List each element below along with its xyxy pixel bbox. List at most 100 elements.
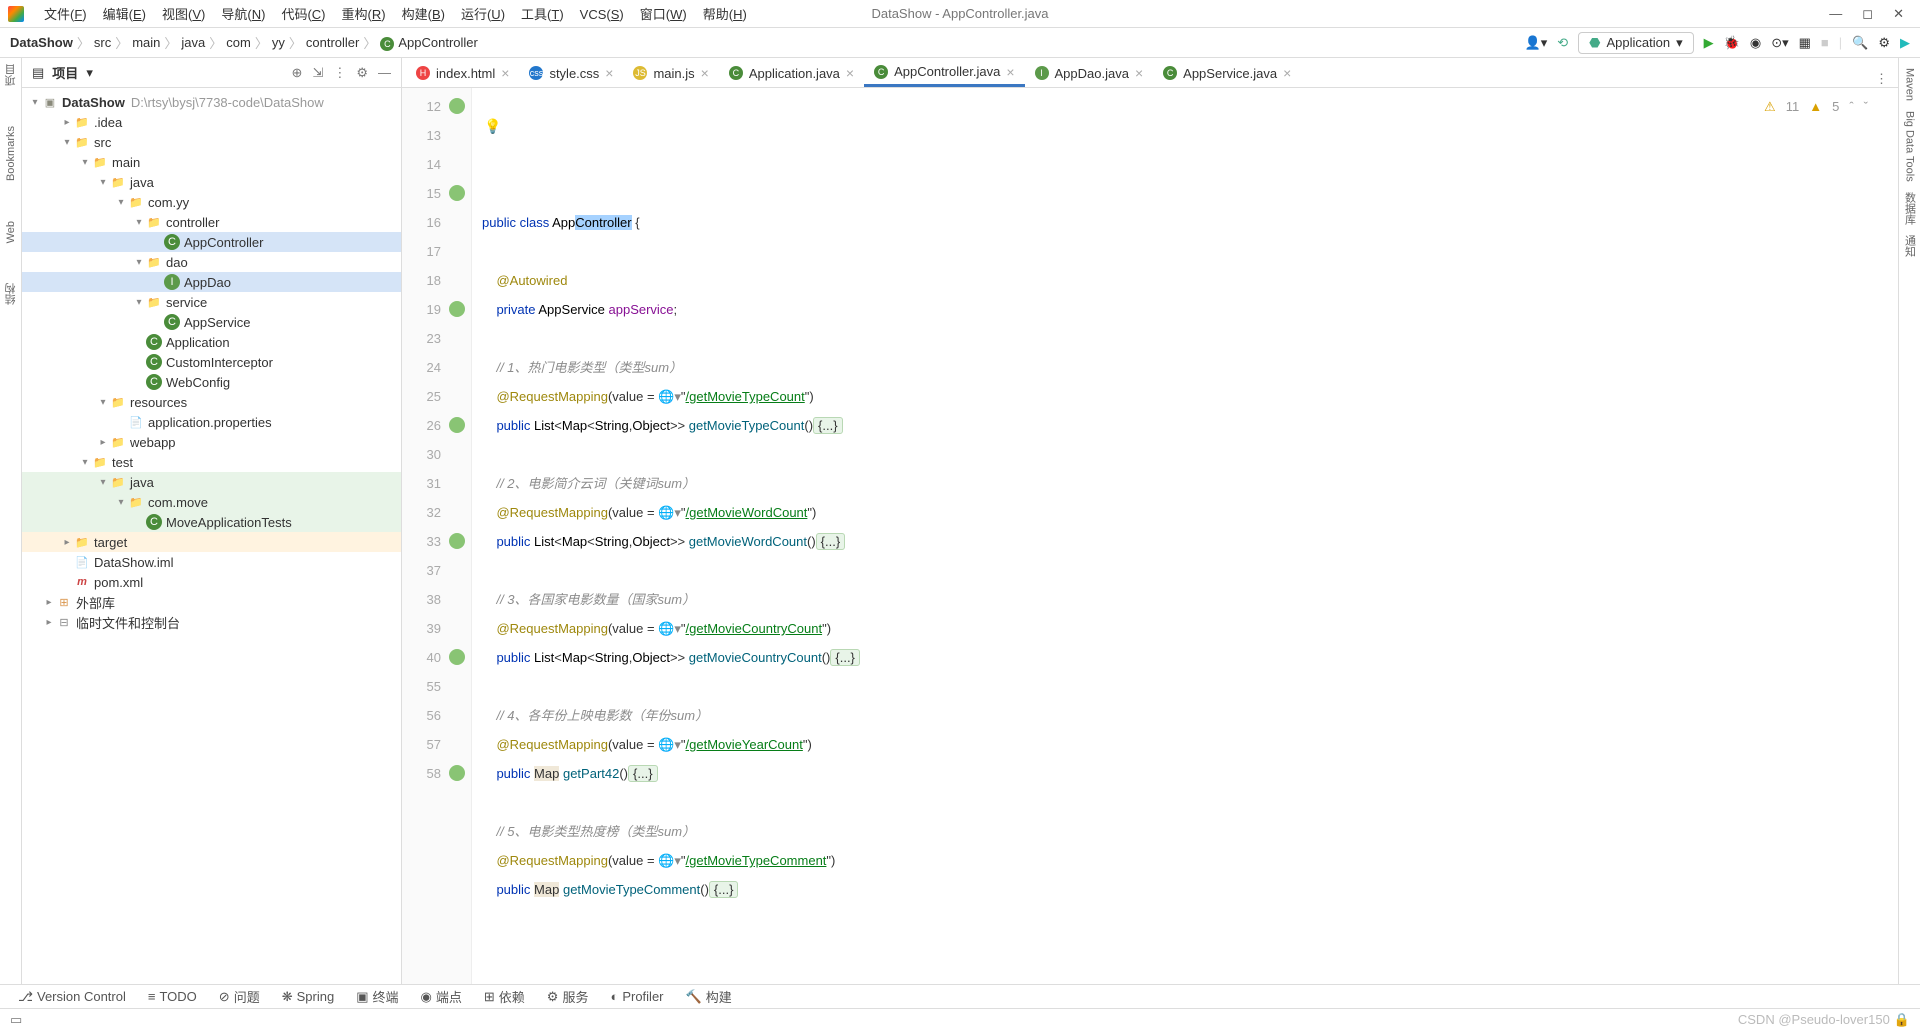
gutter-spring-icon[interactable] [449,765,465,781]
tree-item[interactable]: 📄application.properties [22,412,401,432]
menu-item[interactable]: 运行(U) [453,7,513,22]
bottom-tab[interactable]: ▣终端 [348,987,406,1006]
editor-tab[interactable]: cssstyle.css× [519,59,623,87]
gutter-spring-icon[interactable] [449,649,465,665]
close-tab-icon[interactable]: × [1006,64,1014,80]
bottom-tab[interactable]: ≡TODO [140,989,205,1004]
tree-item[interactable]: ▾📁com.yy [22,192,401,212]
tree-item[interactable]: ▸⊞外部库 [22,592,401,612]
bottom-tab[interactable]: ◉端点 [413,987,470,1006]
hammer-icon[interactable]: ⟲ [1557,35,1568,51]
breadcrumb-item[interactable]: com [226,35,251,50]
project-tree[interactable]: ▾▣DataShow D:\rtsy\bysj\7738-code\DataSh… [22,88,401,984]
profile-icon[interactable]: ⊙▾ [1771,35,1788,51]
breadcrumb-item[interactable]: DataShow [10,35,73,50]
debug-icon[interactable]: 🐞 [1724,35,1740,51]
left-tab-bookmarks[interactable]: Bookmarks [5,126,17,181]
editor-tab[interactable]: CAppController.java× [864,59,1024,87]
gutter-spring-icon[interactable] [449,533,465,549]
close-tab-icon[interactable]: × [1283,65,1291,81]
menu-item[interactable]: 工具(T) [513,7,572,22]
gutter[interactable]: 1213141516171819232425263031323337383940… [402,88,472,984]
lock-icon[interactable]: 🔒 [1894,1012,1910,1028]
bottom-tool-stripe[interactable]: ⎇Version Control≡TODO⊘问题❋Spring▣终端◉端点⊞依赖… [0,984,1920,1008]
bottom-tab[interactable]: ⚙服务 [539,987,597,1006]
tree-item[interactable]: CCustomInterceptor [22,352,401,372]
tree-item[interactable]: ▸📁webapp [22,432,401,452]
menu-item[interactable]: 导航(N) [213,7,273,22]
left-tab-structure[interactable]: 结构 [3,283,19,305]
close-tab-icon[interactable]: × [501,65,509,81]
breadcrumb-item[interactable]: main [132,35,160,50]
breadcrumb-item[interactable]: controller [306,35,359,50]
right-tab-maven[interactable]: Maven [1904,68,1916,101]
attach-icon[interactable]: ▦ [1799,35,1811,51]
bottom-tab[interactable]: ◐Profiler [602,989,671,1004]
menu-item[interactable]: 帮助(H) [695,7,755,22]
bottom-tab[interactable]: 🔨构建 [678,987,740,1006]
locate-icon[interactable]: ⊕ [292,65,303,81]
tree-item[interactable]: ▾📁controller [22,212,401,232]
user-icon[interactable]: 👤▾ [1525,35,1548,51]
close-tab-icon[interactable]: × [605,65,613,81]
tree-item[interactable]: ▾📁resources [22,392,401,412]
menu-item[interactable]: 编辑(E) [95,7,154,22]
tree-item[interactable]: ▸📁target [22,532,401,552]
breadcrumb-item[interactable]: src [94,35,111,50]
maximize-icon[interactable]: ◻ [1862,6,1873,22]
close-tab-icon[interactable]: × [846,65,854,81]
tree-item[interactable]: IAppDao [22,272,401,292]
tree-item[interactable]: ▾📁service [22,292,401,312]
breadcrumb-item[interactable]: java [181,35,205,50]
close-icon[interactable]: ✕ [1893,6,1904,22]
collapse-icon[interactable]: ⋮ [333,65,346,81]
editor-tab[interactable]: JSmain.js× [623,59,718,87]
menu-item[interactable]: 代码(C) [273,7,333,22]
stop-icon[interactable]: ■ [1821,35,1829,50]
run-anything-icon[interactable]: ▶ [1900,35,1910,51]
tree-item[interactable]: ▸⊟临时文件和控制台 [22,612,401,632]
settings-icon[interactable]: ⚙ [1878,35,1890,51]
menu-item[interactable]: VCS(S) [572,7,632,22]
editor-tab[interactable]: Hindex.html× [406,59,519,87]
tree-item[interactable]: mpom.xml [22,572,401,592]
run-icon[interactable]: ▶ [1704,35,1714,51]
gutter-spring-icon[interactable] [449,185,465,201]
intention-bulb-icon[interactable]: 💡 [484,112,501,141]
breadcrumb-item[interactable]: yy [272,35,285,50]
editor-tabs[interactable]: Hindex.html×cssstyle.css×JSmain.js×CAppl… [402,58,1898,88]
tree-item[interactable]: ▸📁.idea [22,112,401,132]
left-tab-web[interactable]: Web [5,221,17,243]
tree-item[interactable]: ▾📁dao [22,252,401,272]
tree-root[interactable]: ▾▣DataShow D:\rtsy\bysj\7738-code\DataSh… [22,92,401,112]
code-editor[interactable]: 💡 ⚠11 ▲5 ˆˇ public class AppController {… [472,88,1898,984]
gear-icon[interactable]: ⚙ [356,65,368,81]
tree-item[interactable]: ▾📁main [22,152,401,172]
expand-icon[interactable]: ⇲ [312,65,323,81]
left-tool-stripe[interactable]: 项目 Bookmarks Web 结构 [0,58,22,984]
bottom-tab[interactable]: ⊞依赖 [476,987,533,1006]
right-tab-bigdata[interactable]: Big Data Tools [1904,111,1916,182]
close-tab-icon[interactable]: × [701,65,709,81]
tree-item[interactable]: ▾📁com.move [22,492,401,512]
tree-item[interactable]: CApplication [22,332,401,352]
left-tab-project[interactable]: 项目 [3,64,19,86]
breadcrumb-item[interactable]: CAppController [380,35,478,51]
tree-item[interactable]: CAppService [22,312,401,332]
menu-item[interactable]: 视图(V) [154,7,213,22]
tree-item[interactable]: ▾📁test [22,452,401,472]
editor-tab[interactable]: CAppService.java× [1153,59,1301,87]
tree-item[interactable]: CAppController [22,232,401,252]
tree-item[interactable]: 📄DataShow.iml [22,552,401,572]
close-tab-icon[interactable]: × [1135,65,1143,81]
gutter-spring-icon[interactable] [449,301,465,317]
right-tool-stripe[interactable]: Maven Big Data Tools 数据库 通知 [1898,58,1920,984]
menu-item[interactable]: 文件(F) [36,7,95,22]
search-icon[interactable]: 🔍 [1852,35,1868,51]
right-tab-database[interactable]: 数据库 [1902,192,1918,225]
tree-item[interactable]: ▾📁java [22,472,401,492]
breadcrumb[interactable]: DataShow〉src〉main〉java〉com〉yy〉controller… [10,33,478,52]
right-tab-notifications[interactable]: 通知 [1902,235,1918,257]
menu-item[interactable]: 窗口(W) [632,7,695,22]
minimize-icon[interactable]: — [1829,6,1842,22]
